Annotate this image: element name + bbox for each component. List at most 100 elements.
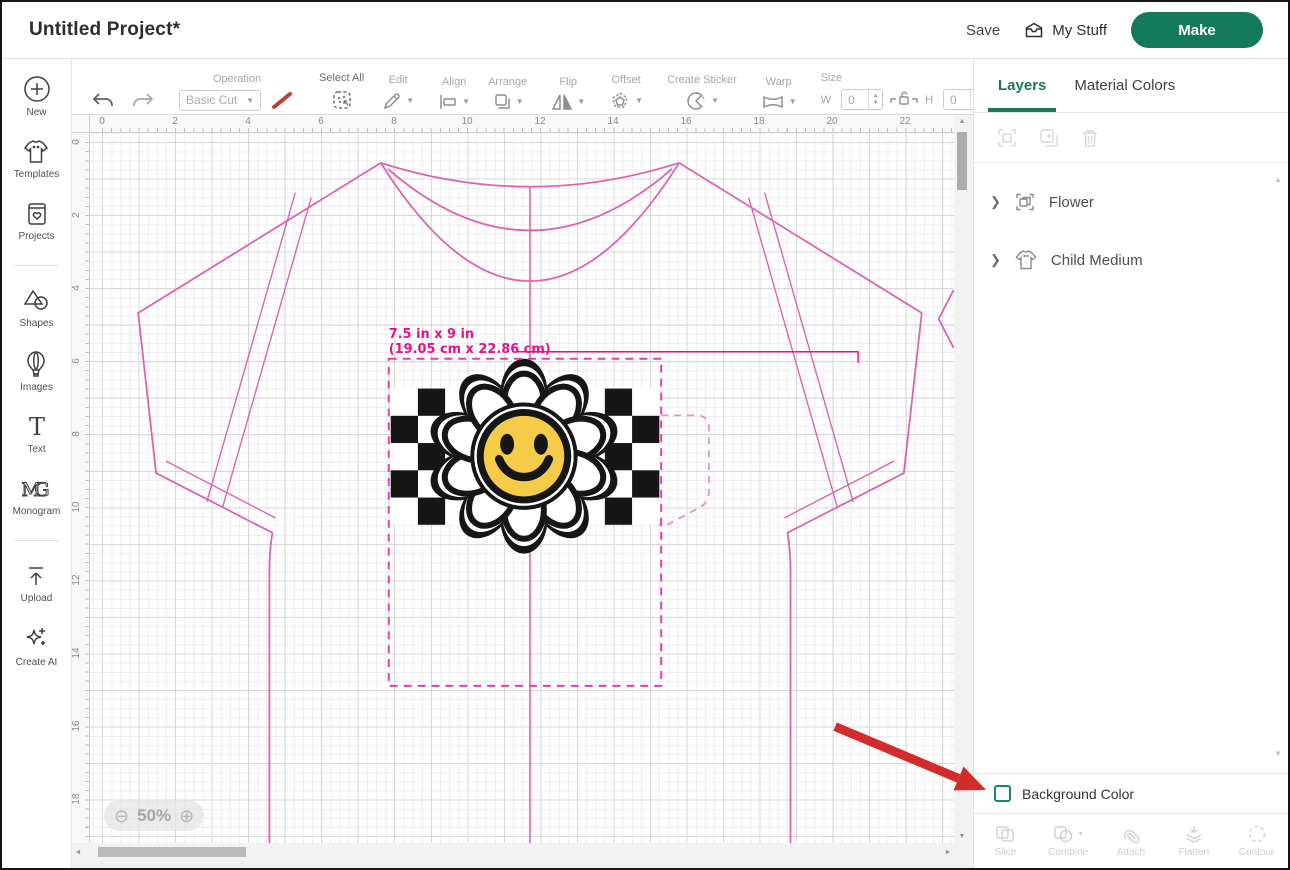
warp-icon [761,93,785,111]
combine-button[interactable]: ▼ Combine [1037,814,1100,868]
edit-toolbar: Operation Basic Cut ▼ Select All [72,59,973,115]
align-button[interactable]: ▼ [438,93,470,111]
canvas-scene: 7.5 in x 9 in (19.05 cm x 22.86 cm) [90,133,954,843]
background-color-checkbox[interactable] [994,785,1011,802]
selection-size-cm: (19.05 cm x 22.86 cm) [389,342,551,357]
scroll-right-icon[interactable]: ► [942,849,954,856]
app-window: Untitled Project* Save My Stuff Make New… [0,0,1290,870]
tab-layers[interactable]: Layers [984,59,1060,112]
chevron-down-icon: ▼ [406,96,414,105]
panel-tabs: Layers Material Colors [974,59,1288,113]
sidebar-item-upload[interactable]: Upload [21,563,53,604]
chevron-down-icon: ▼ [246,96,254,105]
sidebar-item-monogram[interactable]: MG Monogram [13,476,61,517]
tshirt-icon [22,139,50,165]
operation-label: Operation [213,73,261,85]
tab-material-colors[interactable]: Material Colors [1060,59,1189,112]
warp-button[interactable]: ▼ [761,93,797,111]
project-title[interactable]: Untitled Project* [29,19,180,41]
flip-icon [551,93,573,111]
zoom-in-button[interactable]: ⊕ [179,807,194,825]
warp-label: Warp [766,76,792,88]
scroll-left-icon[interactable]: ◄ [72,849,84,856]
save-button[interactable]: Save [966,22,1000,39]
slice-button[interactable]: Slice [974,814,1037,868]
balloon-icon [24,350,48,378]
operation-dropdown[interactable]: Basic Cut ▼ [179,90,261,111]
flip-label: Flip [559,76,577,88]
width-value[interactable] [842,93,868,107]
vertical-scroll-thumb[interactable] [957,132,967,190]
horizontal-ruler: 02 46 810 1214 1618 2022 [90,115,954,133]
horizontal-scrollbar[interactable]: ◄ ► [72,845,954,859]
flatten-button[interactable]: Flatten [1162,814,1225,868]
duplicate-button[interactable] [1038,127,1060,149]
lock-open-icon[interactable] [889,89,919,111]
smiley-eye-right [534,434,548,455]
width-stepper[interactable]: ▲▼ [868,90,882,109]
group-button[interactable] [996,127,1018,149]
horizontal-scroll-thumb[interactable] [98,847,246,857]
arrange-button[interactable]: ▼ [492,93,524,111]
sidebar-item-create-ai[interactable]: Create AI [16,625,58,668]
chevron-right-icon[interactable]: ❯ [990,252,1001,268]
arrange-label: Arrange [488,76,527,88]
chevron-right-icon[interactable]: ❯ [990,194,1001,210]
design-canvas[interactable]: 02 46 810 1214 1618 2022 02 46 810 1214 … [72,115,973,868]
selection-size-in: 7.5 in x 9 in [389,327,474,342]
arrange-icon [492,93,512,111]
sidebar-item-text[interactable]: T Text [24,414,50,455]
combine-icon [1052,824,1074,844]
sidebar-item-projects[interactable]: Projects [18,201,54,242]
width-input[interactable]: ▲▼ [841,89,883,110]
sticker-icon [685,91,707,111]
create-sticker-button[interactable]: ▼ [685,91,719,111]
my-stuff-label: My Stuff [1052,22,1107,39]
sidebar-item-images[interactable]: Images [20,350,53,393]
panel-scroll-up-icon[interactable]: ▲ [1274,175,1282,184]
create-sticker-label: Create Sticker [667,74,737,86]
flip-button[interactable]: ▼ [551,93,585,111]
my-stuff-button[interactable]: My Stuff [1024,21,1107,39]
edit-button[interactable]: ▼ [382,91,414,111]
scroll-down-icon[interactable]: ▼ [955,833,969,840]
ruler-corner [72,115,90,133]
vertical-scrollbar[interactable]: ▲ ▼ [955,115,969,843]
width-label: W [821,94,831,106]
contour-button[interactable]: Contour [1225,814,1288,868]
zoom-out-button[interactable]: ⊖ [114,807,129,825]
layer-name: Flower [1049,194,1094,211]
canvas-grid[interactable]: 7.5 in x 9 in (19.05 cm x 22.86 cm) [90,133,954,843]
text-icon: T [24,414,50,440]
envelope-icon [1024,21,1044,39]
redo-button[interactable] [131,91,155,111]
plus-circle-icon [23,75,51,103]
size-label: Size [821,72,842,84]
attach-button[interactable]: Attach [1100,814,1163,868]
contour-icon [1246,824,1268,844]
flower-design[interactable] [391,359,660,554]
operation-color-swatch[interactable] [269,90,295,111]
scroll-up-icon[interactable]: ▲ [955,118,969,125]
svg-text:T: T [28,414,44,440]
chevron-down-icon: ▼ [635,96,643,105]
background-color-label: Background Color [1022,786,1134,802]
align-label: Align [442,76,466,88]
delete-button[interactable] [1080,127,1100,149]
layer-row-child-medium[interactable]: ❯ Child Medium [974,231,1288,289]
make-button[interactable]: Make [1131,12,1263,48]
chevron-down-icon: ▼ [577,97,585,106]
sidebar-item-shapes[interactable]: Shapes [20,288,54,329]
sparkles-icon [22,625,50,653]
offset-button[interactable]: ▼ [609,91,643,111]
height-value[interactable] [944,93,970,107]
layer-row-flower[interactable]: ❯ Flower [974,173,1288,231]
smiley-eye-left [500,434,514,455]
panel-bottom-actions: Slice ▼ Combine Attach Flatten Contour [974,813,1288,868]
undo-button[interactable] [91,91,115,111]
panel-scroll-down-icon[interactable]: ▼ [1274,749,1282,758]
select-all-button[interactable] [331,89,353,111]
sidebar-item-new[interactable]: New [23,75,51,118]
monogram-icon: MG [22,476,52,502]
sidebar-item-templates[interactable]: Templates [14,139,60,180]
